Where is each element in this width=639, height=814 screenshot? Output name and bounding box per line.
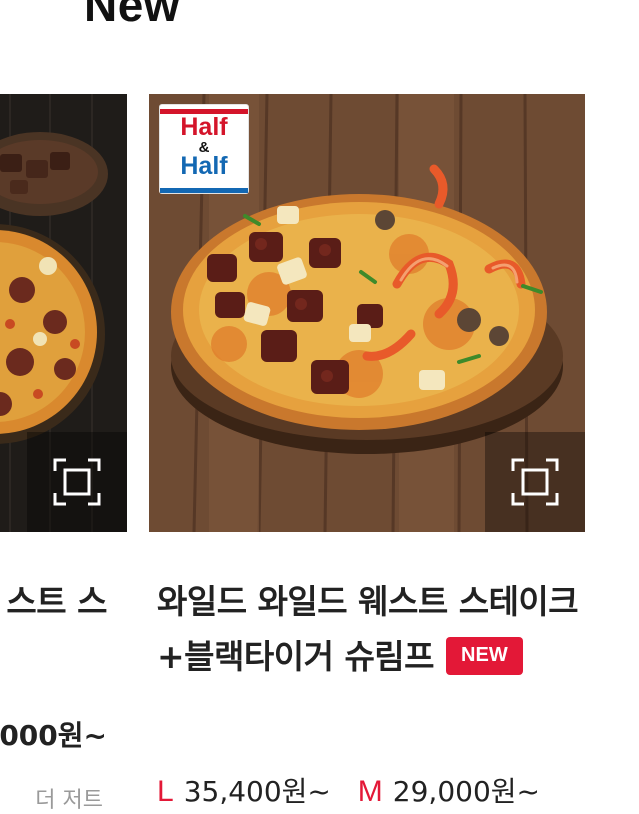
product-price: 000원~ [0, 719, 107, 752]
product-card[interactable]: Half & Half 와일드 와일드 웨스트 스테이크+블랙타이거 슈림프 NE… [149, 94, 585, 808]
expand-icon [53, 458, 101, 506]
size-label: M [357, 775, 383, 808]
price-medium: M 29,000원~ [358, 775, 540, 808]
section-title: New [84, 0, 181, 31]
size-label: L [157, 775, 174, 808]
product-description: 더 저트 [35, 788, 103, 813]
product-name[interactable]: 스트 스 [6, 574, 107, 629]
price-large: L 35,400원~ [157, 775, 340, 808]
price-value: 29,000원~ [392, 775, 540, 808]
product-name-block[interactable]: 와일드 와일드 웨스트 스테이크+블랙타이거 슈림프 NEW [157, 574, 582, 684]
product-card-previous[interactable]: 스트 스 000원~ 더 저트 [0, 94, 127, 813]
product-image[interactable] [0, 94, 127, 532]
expand-icon [511, 458, 559, 506]
zoom-button[interactable] [485, 432, 585, 532]
new-badge: NEW [446, 636, 523, 675]
half-and-half-badge: Half & Half [160, 105, 248, 193]
product-image[interactable]: Half & Half [149, 94, 585, 532]
price-value: 35,400원~ [183, 775, 331, 808]
price-list: L 35,400원~ M 29,000원~ [157, 770, 558, 810]
zoom-button[interactable] [27, 432, 127, 532]
